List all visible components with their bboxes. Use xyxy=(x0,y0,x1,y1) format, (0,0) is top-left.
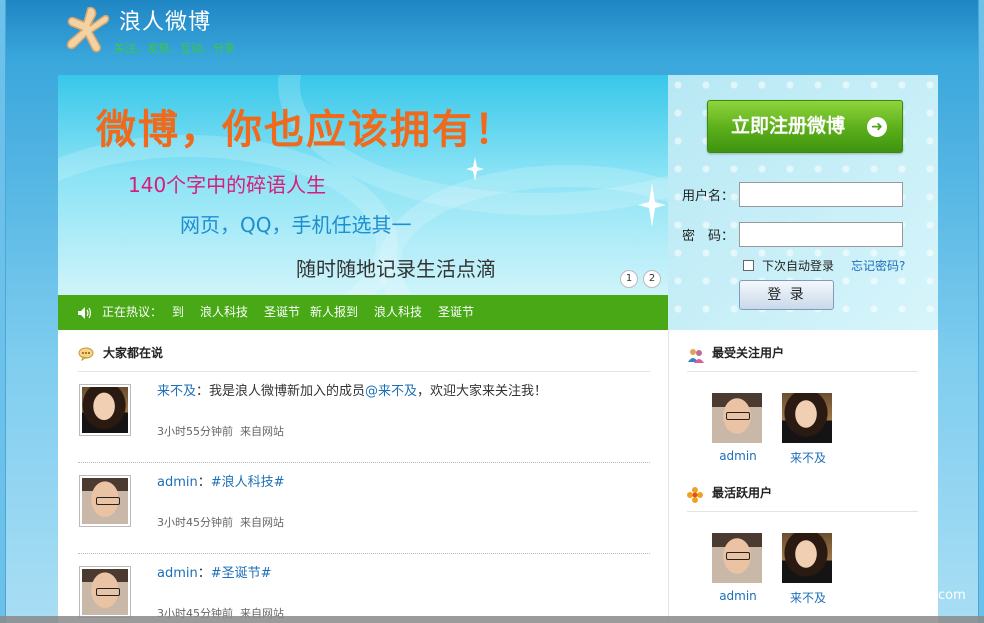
active-user[interactable]: admin xyxy=(712,533,764,603)
post-content: admin：#圣诞节# xyxy=(157,562,272,581)
active-users-title: 最活跃用户 xyxy=(712,486,773,500)
post-text: ： xyxy=(197,475,211,490)
active-users-header: 最活跃用户 xyxy=(687,484,918,512)
hot-topic-link[interactable]: 浪人科技 xyxy=(200,295,248,330)
hot-topic-link[interactable]: 圣诞节 xyxy=(264,295,300,330)
users-icon xyxy=(688,349,704,363)
feed-post: 来不及：我是浪人微博新加入的成员@来不及，欢迎大家来关注我！ 3小时55分钟前 … xyxy=(78,372,650,463)
remember-checkbox[interactable] xyxy=(743,260,754,271)
popular-user[interactable]: admin xyxy=(712,393,764,463)
user-name-link[interactable]: 来不及 xyxy=(782,449,834,466)
avatar[interactable] xyxy=(79,566,131,618)
hot-topics-bar: 正在热议： 到 浪人科技 圣诞节 新人报到 浪人科技 圣诞节 xyxy=(58,295,668,330)
post-meta: 3小时45分钟前 来自网站 xyxy=(157,514,284,530)
brand-name[interactable]: 浪人微博 xyxy=(119,4,211,36)
window-frame-right xyxy=(978,0,984,623)
hot-topic-link[interactable]: 圣诞节 xyxy=(438,295,474,330)
user-name-link[interactable]: admin xyxy=(712,449,764,463)
register-button-label: 立即注册微博 xyxy=(731,115,846,137)
post-topic-link[interactable]: #圣诞节# xyxy=(211,566,272,581)
user-name-link[interactable]: 来不及 xyxy=(782,589,834,606)
feed-title: 大家都在说 xyxy=(103,346,164,360)
bottom-scroll-bar[interactable] xyxy=(0,616,984,623)
hot-topic-link[interactable]: 新人报到 xyxy=(310,295,358,330)
post-author-link[interactable]: 来不及 xyxy=(157,384,196,399)
post-content: admin：#浪人科技# xyxy=(157,471,285,490)
avatar[interactable] xyxy=(712,393,762,443)
user-name-link[interactable]: admin xyxy=(712,589,764,603)
hot-topics-label: 正在热议： xyxy=(102,305,163,319)
post-time: 3小时55分钟前 xyxy=(157,425,233,438)
banner-title: 微博，你也应该拥有！ xyxy=(96,107,516,153)
post-author-link[interactable]: admin xyxy=(157,475,198,490)
logo-icon[interactable] xyxy=(64,6,110,54)
post-text: ，欢迎大家来关注我！ xyxy=(417,384,548,399)
speaker-icon xyxy=(78,307,92,319)
promo-banner: 微博，你也应该拥有！ 140个字中的碎语人生 网页，QQ，手机任选其一 随时随地… xyxy=(58,75,668,295)
sparkle-icon xyxy=(466,157,484,181)
watermark-text: com xyxy=(938,588,966,603)
banner-page-1[interactable]: 1 xyxy=(620,270,638,288)
feed-post: admin：#浪人科技# 3小时45分钟前 来自网站 xyxy=(78,463,650,554)
post-source: 来自网站 xyxy=(240,425,284,438)
post-text: ：我是浪人微博新加入的成员 xyxy=(196,384,366,399)
banner-line-3: 随时随地记录生活点滴 xyxy=(296,257,496,281)
post-text: ： xyxy=(197,566,211,581)
avatar[interactable] xyxy=(79,384,131,436)
forgot-password-link[interactable]: 忘记密码? xyxy=(851,257,905,274)
avatar[interactable] xyxy=(712,533,762,583)
post-time: 3小时45分钟前 xyxy=(157,516,233,529)
active-user[interactable]: 来不及 xyxy=(782,533,834,606)
site-header: 浪人微博 关注、发现、互动、分享 xyxy=(64,4,464,66)
post-meta: 3小时55分钟前 来自网站 xyxy=(157,423,284,439)
register-button[interactable]: 立即注册微博 ➜ xyxy=(707,100,903,153)
avatar[interactable] xyxy=(782,393,832,443)
popular-user[interactable]: 来不及 xyxy=(782,393,834,466)
speech-bubble-icon xyxy=(78,347,94,361)
brand-slogan: 关注、发现、互动、分享 xyxy=(114,42,235,55)
public-feed: 大家都在说 来不及：我是浪人微博新加入的成员@来不及，欢迎大家来关注我！ 3小时… xyxy=(78,330,650,623)
post-content: 来不及：我是浪人微博新加入的成员@来不及，欢迎大家来关注我！ xyxy=(157,380,547,399)
password-label: 密 码： xyxy=(682,229,735,244)
post-mention-link[interactable]: @来不及 xyxy=(365,384,417,399)
avatar[interactable] xyxy=(79,475,131,527)
avatar[interactable] xyxy=(782,533,832,583)
arrow-right-icon: ➜ xyxy=(867,117,887,137)
flower-icon xyxy=(687,487,703,503)
popular-users-header: 最受关注用户 xyxy=(687,344,918,372)
username-label: 用户名： xyxy=(682,189,735,204)
remember-label: 下次自动登录 xyxy=(762,259,835,273)
banner-page-2[interactable]: 2 xyxy=(643,270,661,288)
feed-post: admin：#圣诞节# 3小时45分钟前 来自网站 xyxy=(78,554,650,623)
hot-topic-link[interactable]: 浪人科技 xyxy=(374,295,422,330)
banner-line-2: 网页，QQ，手机任选其一 xyxy=(180,213,412,237)
remember-me[interactable]: 下次自动登录 xyxy=(743,257,834,274)
login-button[interactable]: 登 录 xyxy=(739,280,834,310)
banner-line-1: 140个字中的碎语人生 xyxy=(128,173,327,197)
username-input[interactable] xyxy=(739,182,903,207)
user-sidebar: 最受关注用户 admin 来不及 最活跃用户 admin 来不及 xyxy=(668,330,938,623)
sparkle-icon xyxy=(638,183,666,227)
feed-header: 大家都在说 xyxy=(78,344,650,372)
password-input[interactable] xyxy=(739,222,903,247)
post-author-link[interactable]: admin xyxy=(157,566,198,581)
popular-users-title: 最受关注用户 xyxy=(712,346,785,360)
window-frame-left xyxy=(0,0,6,623)
login-panel: 立即注册微博 ➜ 用户名： 密 码： 下次自动登录 忘记密码? 登 录 xyxy=(668,75,938,330)
hot-topic-link[interactable]: 到 xyxy=(172,295,184,330)
main-container: 微博，你也应该拥有！ 140个字中的碎语人生 网页，QQ，手机任选其一 随时随地… xyxy=(58,75,938,623)
post-source: 来自网站 xyxy=(240,516,284,529)
post-topic-link[interactable]: #浪人科技# xyxy=(211,475,285,490)
